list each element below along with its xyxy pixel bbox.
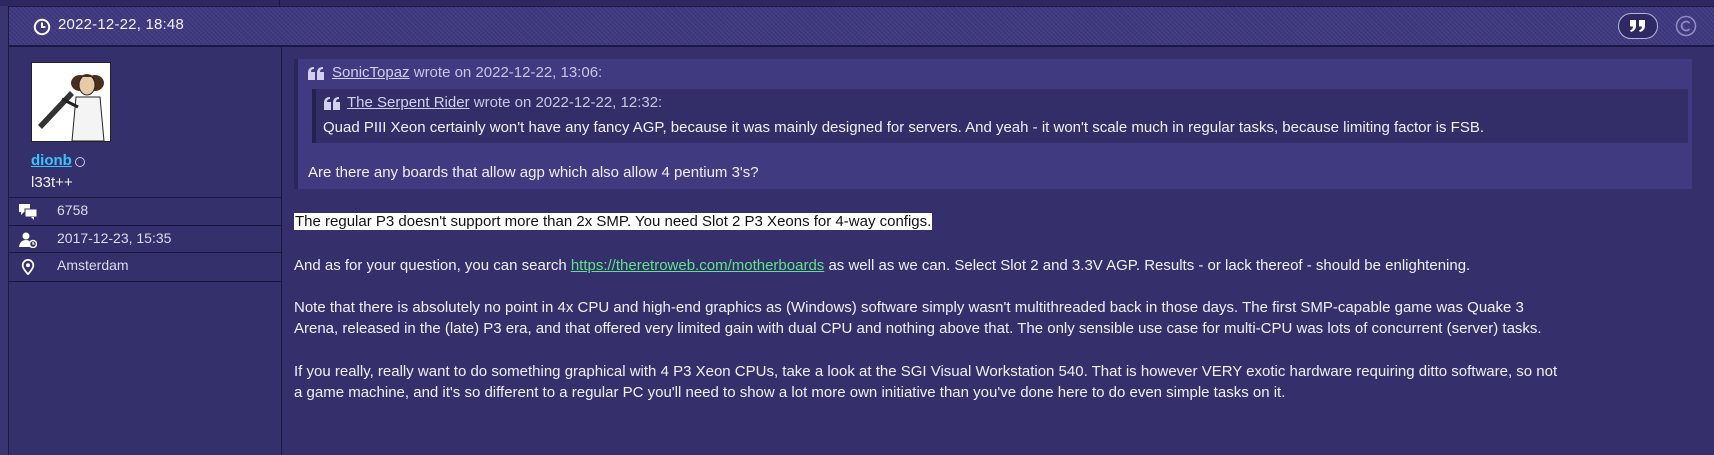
theretroweb-link[interactable]: https://theretroweb.com/motherboards (571, 257, 824, 274)
paragraph-2-text-after: as well as we can. Select Slot 2 and 3.3… (824, 257, 1471, 274)
nested-quote-header: The Serpent Rider wrote on 2022-12-22, 1… (347, 94, 662, 111)
chat-bubbles-icon (19, 204, 37, 220)
post-date[interactable]: 2022-12-22, 18:48 (58, 16, 184, 33)
author-sidebar: dionb l33t++ 6758 2017-12-23, 15:35 Amst… (9, 47, 282, 455)
user-add-icon (19, 232, 37, 248)
quote-header: SonicTopaz wrote on 2022-12-22, 13:06: (332, 64, 602, 81)
paragraph-2: And as for your question, you can search… (294, 255, 1470, 276)
quote-block: SonicTopaz wrote on 2022-12-22, 13:06: T… (294, 59, 1692, 189)
quote-author-link[interactable]: SonicTopaz (332, 64, 410, 81)
copyright-icon[interactable] (1675, 15, 1697, 37)
nested-quote-block: The Serpent Rider wrote on 2022-12-22, 1… (312, 89, 1688, 143)
nested-quote-author-link[interactable]: The Serpent Rider (347, 94, 470, 111)
stat-posts: 6758 (9, 197, 281, 226)
quote-icon (1630, 20, 1645, 32)
quote-text: Are there any boards that allow agp whic… (308, 164, 759, 181)
forum-post: 2022-12-22, 18:48 dionb l33t++ 6758 2017… (8, 6, 1714, 455)
user-rank: l33t++ (31, 174, 73, 191)
quote-button[interactable] (1618, 13, 1658, 39)
stat-joined: 2017-12-23, 15:35 (9, 225, 281, 254)
paragraph-2-text-before: And as for your question, you can search (294, 257, 571, 274)
quote-mark-icon (324, 97, 340, 110)
post-header: 2022-12-22, 18:48 (9, 7, 1714, 47)
paragraph-1: The regular P3 doesn't support more than… (294, 211, 933, 232)
offline-status-icon (75, 157, 85, 167)
map-pin-icon (21, 259, 35, 275)
username-link[interactable]: dionb (31, 152, 72, 169)
quote-mark-icon (308, 67, 324, 80)
avatar[interactable] (31, 62, 111, 142)
stat-location: Amsterdam (9, 252, 281, 282)
nested-quote-meta: wrote on 2022-12-22, 12:32: (473, 94, 663, 111)
post-content: SonicTopaz wrote on 2022-12-22, 13:06: T… (282, 47, 1714, 455)
clock-icon (33, 18, 51, 36)
selected-text: The regular P3 doesn't support more than… (294, 213, 933, 230)
nested-quote-text: Quad PIII Xeon certainly won't have any … (323, 119, 1485, 136)
post-count: 6758 (57, 202, 89, 218)
paragraph-3: Note that there is absolutely no point i… (294, 299, 1542, 337)
location: Amsterdam (57, 257, 129, 273)
paragraph-4: If you really, really want to do somethi… (294, 363, 1558, 401)
quote-meta: wrote on 2022-12-22, 13:06: (413, 64, 603, 81)
join-date: 2017-12-23, 15:35 (57, 230, 172, 246)
